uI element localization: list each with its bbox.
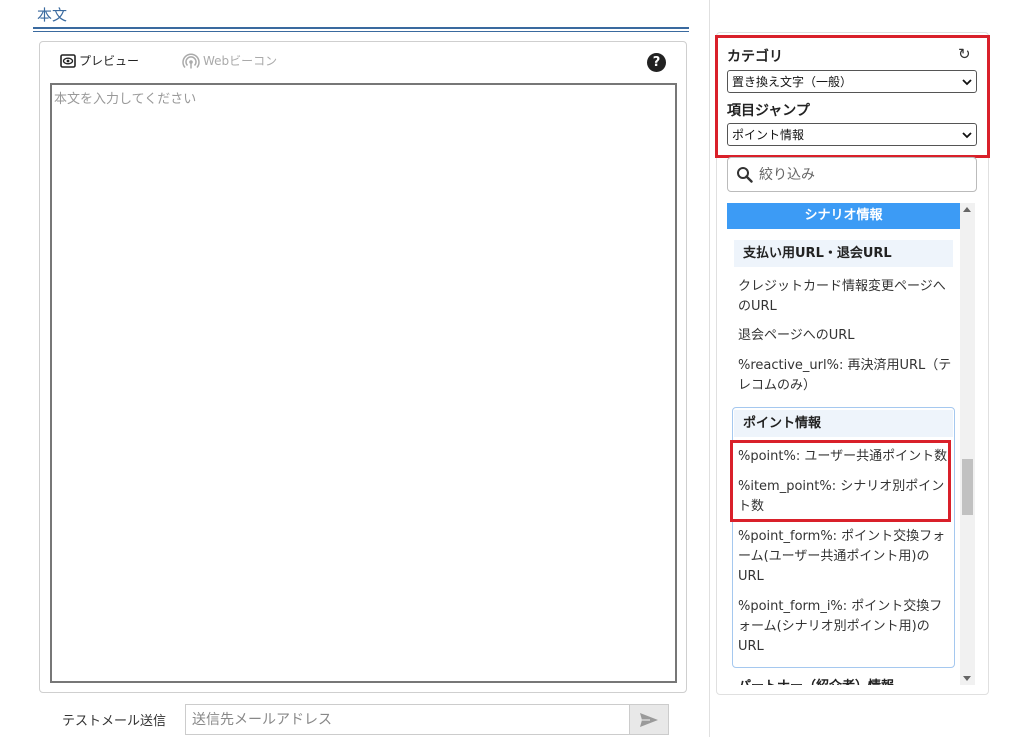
title-divider-thin xyxy=(33,31,689,32)
filter-input[interactable] xyxy=(759,166,959,183)
eye-icon xyxy=(60,53,76,68)
web-beacon-button[interactable]: Webビーコン xyxy=(182,52,277,69)
send-test-mail-button[interactable] xyxy=(629,704,669,735)
scroll-down-arrow-icon[interactable] xyxy=(963,676,971,681)
list-item[interactable]: %point_form_i%: ポイント交換フォーム(シナリオ別ポイント用)のU… xyxy=(738,597,953,657)
question-circle-icon[interactable]: ? xyxy=(647,53,666,72)
list-item[interactable]: %point_form%: ポイント交換フォーム(ユーザー共通ポイント用)のUR… xyxy=(738,527,953,587)
beacon-label: Webビーコン xyxy=(203,54,278,68)
scroll-thumb[interactable] xyxy=(962,459,973,515)
group-heading-partner: パートナー（紹介者）情報 xyxy=(738,675,894,685)
scenario-header[interactable]: シナリオ情報 xyxy=(727,203,960,229)
group-heading-point: ポイント情報 xyxy=(734,410,953,437)
broadcast-icon xyxy=(182,52,200,68)
list-item[interactable]: 退会ページへのURL xyxy=(738,326,953,346)
paper-plane-icon xyxy=(640,712,658,727)
list-item[interactable]: %reactive_url%: 再決済用URL（テレコムのみ） xyxy=(738,356,953,396)
title-divider xyxy=(33,27,689,29)
search-icon xyxy=(737,167,753,183)
editor-column: 本文 プレビュー Webビーコン ? テストメール送信 xyxy=(0,0,710,737)
preview-label: プレビュー xyxy=(79,54,140,68)
highlight-box-selectors xyxy=(715,35,990,158)
scroll-up-arrow-icon[interactable] xyxy=(963,207,971,212)
filter-box[interactable] xyxy=(727,157,977,192)
section-title: 本文 xyxy=(37,6,68,24)
editor-panel: プレビュー Webビーコン ? xyxy=(39,41,687,693)
preview-button[interactable]: プレビュー xyxy=(60,52,139,69)
body-textarea[interactable] xyxy=(50,83,677,683)
highlight-box-point-items xyxy=(730,440,951,522)
test-mail-address-input[interactable] xyxy=(185,704,629,735)
list-scrollbar[interactable] xyxy=(960,203,975,685)
group-heading-payment: 支払い用URL・退会URL xyxy=(734,240,953,267)
test-mail-label: テストメール送信 xyxy=(62,714,167,729)
list-item[interactable]: クレジットカード情報変更ページへのURL xyxy=(738,277,953,317)
